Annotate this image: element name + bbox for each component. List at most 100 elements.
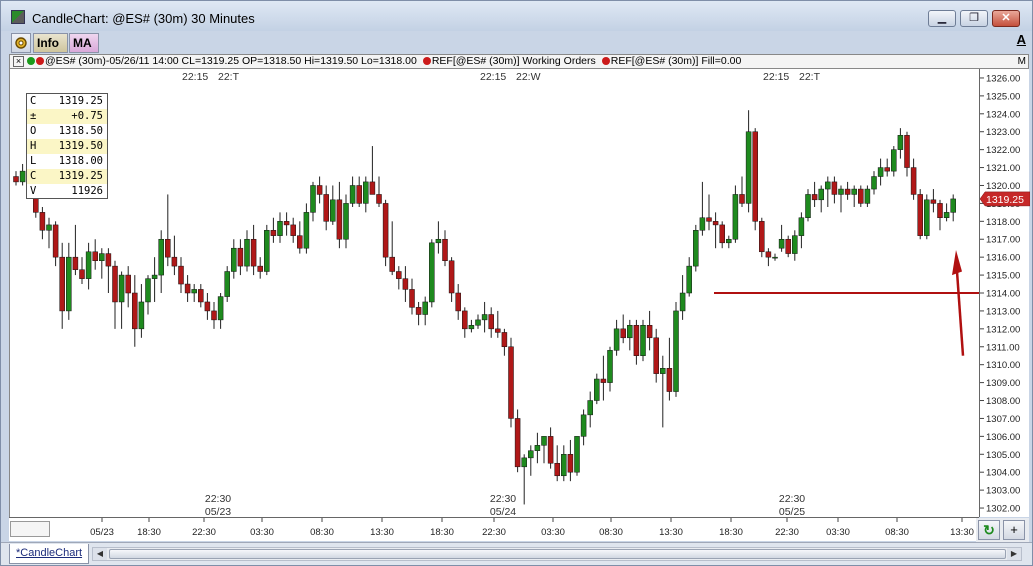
legend-ref-working-orders[interactable]: REF[@ES# (30m)] Working Orders xyxy=(432,55,596,67)
candle xyxy=(72,224,79,276)
candle-body-up xyxy=(818,188,824,201)
price-tick-label: 1321.00 xyxy=(986,163,1020,174)
candle-body-up xyxy=(897,135,904,150)
scroll-right-icon[interactable]: ▶ xyxy=(1007,548,1021,560)
candle-body-down xyxy=(92,251,98,261)
candle xyxy=(574,436,580,476)
price-axis[interactable]: 1302.00 1303.00 1304.00 1305.00 1306.00 1307.… xyxy=(979,69,1030,517)
candle-body-down xyxy=(495,328,501,333)
candle xyxy=(369,146,376,195)
legend-ref-fill[interactable]: REF[@ES# (30m)] Fill=0.00 xyxy=(611,55,742,67)
candle-body-down xyxy=(178,265,184,285)
candle xyxy=(283,212,290,236)
time-axis[interactable]: 05/23 18:30 22:30 03:30 08:30 13:30 18:30 22:30… xyxy=(9,517,979,541)
candle-body-up xyxy=(798,217,805,236)
time-tick-label: 18:30 xyxy=(430,527,454,538)
mini-scroll-box[interactable] xyxy=(10,521,50,537)
tab-candlechart[interactable]: *CandleChart xyxy=(9,544,90,564)
session-bottom-date-label: 05/25 xyxy=(779,506,805,517)
candle xyxy=(567,439,574,482)
candle xyxy=(316,176,323,204)
window-title: CandleChart: @ES# (30m) 30 Minutes xyxy=(32,11,255,26)
candle-body-up xyxy=(640,325,646,356)
candle-body-up xyxy=(330,199,336,222)
candle-body-up xyxy=(521,457,527,468)
candle xyxy=(745,110,752,213)
legend-m-button[interactable]: M xyxy=(1018,55,1026,68)
info-button[interactable]: Info xyxy=(33,33,68,53)
candle xyxy=(231,239,237,279)
text-format-icon[interactable]: A xyxy=(1017,32,1026,47)
candle xyxy=(488,307,494,338)
scrollbar-thumb[interactable] xyxy=(109,549,1006,559)
candle xyxy=(118,271,125,329)
candle-body-down xyxy=(514,418,521,468)
green-status-dot-icon xyxy=(27,57,35,66)
price-tick-label: 1305.00 xyxy=(986,450,1020,461)
candle xyxy=(257,257,263,279)
candle xyxy=(13,171,19,186)
scroll-left-icon[interactable]: ◀ xyxy=(93,548,107,560)
candle xyxy=(402,266,409,302)
candle-body-up xyxy=(277,221,283,236)
candlestick-chart[interactable]: 22:15 22:T 22:15 22:W 22:15 22:T22:3005/2322:… xyxy=(10,69,980,517)
candle-body-up xyxy=(310,185,316,213)
candle xyxy=(726,235,732,249)
candle xyxy=(554,445,560,482)
minimize-icon: ▁ xyxy=(937,12,947,24)
candle xyxy=(884,158,890,177)
title-bar[interactable]: CandleChart: @ES# (30m) 30 Minutes ▁ ❐ ✕ xyxy=(1,1,1032,31)
candle xyxy=(792,230,798,261)
candle xyxy=(844,181,851,200)
candle-body-down xyxy=(600,378,607,383)
candle xyxy=(686,257,692,297)
minimize-button[interactable]: ▁ xyxy=(928,10,956,27)
time-tick-label: 13:30 xyxy=(950,527,974,538)
candle xyxy=(396,266,402,290)
zoom-in-button[interactable]: + xyxy=(1003,520,1025,540)
candle-body-down xyxy=(917,194,923,236)
candle xyxy=(666,337,673,401)
gear-button[interactable] xyxy=(11,33,31,53)
price-tick-label: 1308.00 xyxy=(986,396,1020,407)
refresh-button[interactable]: ↻ xyxy=(978,520,1000,540)
session-bottom-time-label: 22:30 xyxy=(205,493,231,505)
horizontal-scrollbar[interactable]: ◀ ▶ xyxy=(92,547,1022,561)
candle-body-up xyxy=(574,436,580,473)
candle xyxy=(39,206,46,240)
candle xyxy=(356,176,362,207)
candle-body-up xyxy=(726,238,732,244)
maximize-button[interactable]: ❐ xyxy=(960,10,988,27)
candle-body-up xyxy=(541,436,547,446)
candle-body-down xyxy=(204,301,211,312)
price-tick-label: 1309.00 xyxy=(986,378,1020,389)
candle-body-up xyxy=(693,230,699,267)
candle xyxy=(640,319,646,362)
candle xyxy=(455,284,461,320)
candle xyxy=(541,436,547,464)
candle-body-down xyxy=(646,325,653,339)
price-tick-label: 1322.00 xyxy=(986,145,1020,156)
candle xyxy=(495,310,501,338)
candle xyxy=(92,239,98,270)
candle-body-down xyxy=(356,185,362,204)
candle xyxy=(917,189,923,240)
candle-body-up xyxy=(231,247,237,272)
ma-button[interactable]: MA xyxy=(69,33,99,53)
candle xyxy=(481,301,488,333)
candle xyxy=(501,328,508,356)
candlestick-chart-area[interactable]: 22:15 22:T 22:15 22:W 22:15 22:T 22:30 05/23 22:… xyxy=(9,69,980,517)
legend-close-button[interactable]: × xyxy=(13,56,24,67)
candle xyxy=(429,239,435,308)
candle xyxy=(158,230,164,293)
candle xyxy=(310,181,316,222)
candle xyxy=(85,242,92,290)
candle-body-up xyxy=(891,149,897,172)
candle-body-up xyxy=(660,368,666,374)
legend-series-info[interactable]: @ES# (30m)-05/26/11 14:00 CL=1319.25 OP=… xyxy=(45,55,417,67)
candle-body-up xyxy=(19,170,26,183)
candle xyxy=(679,275,686,320)
close-button[interactable]: ✕ xyxy=(992,10,1020,27)
candle xyxy=(547,427,554,469)
candle-body-down xyxy=(250,238,257,267)
